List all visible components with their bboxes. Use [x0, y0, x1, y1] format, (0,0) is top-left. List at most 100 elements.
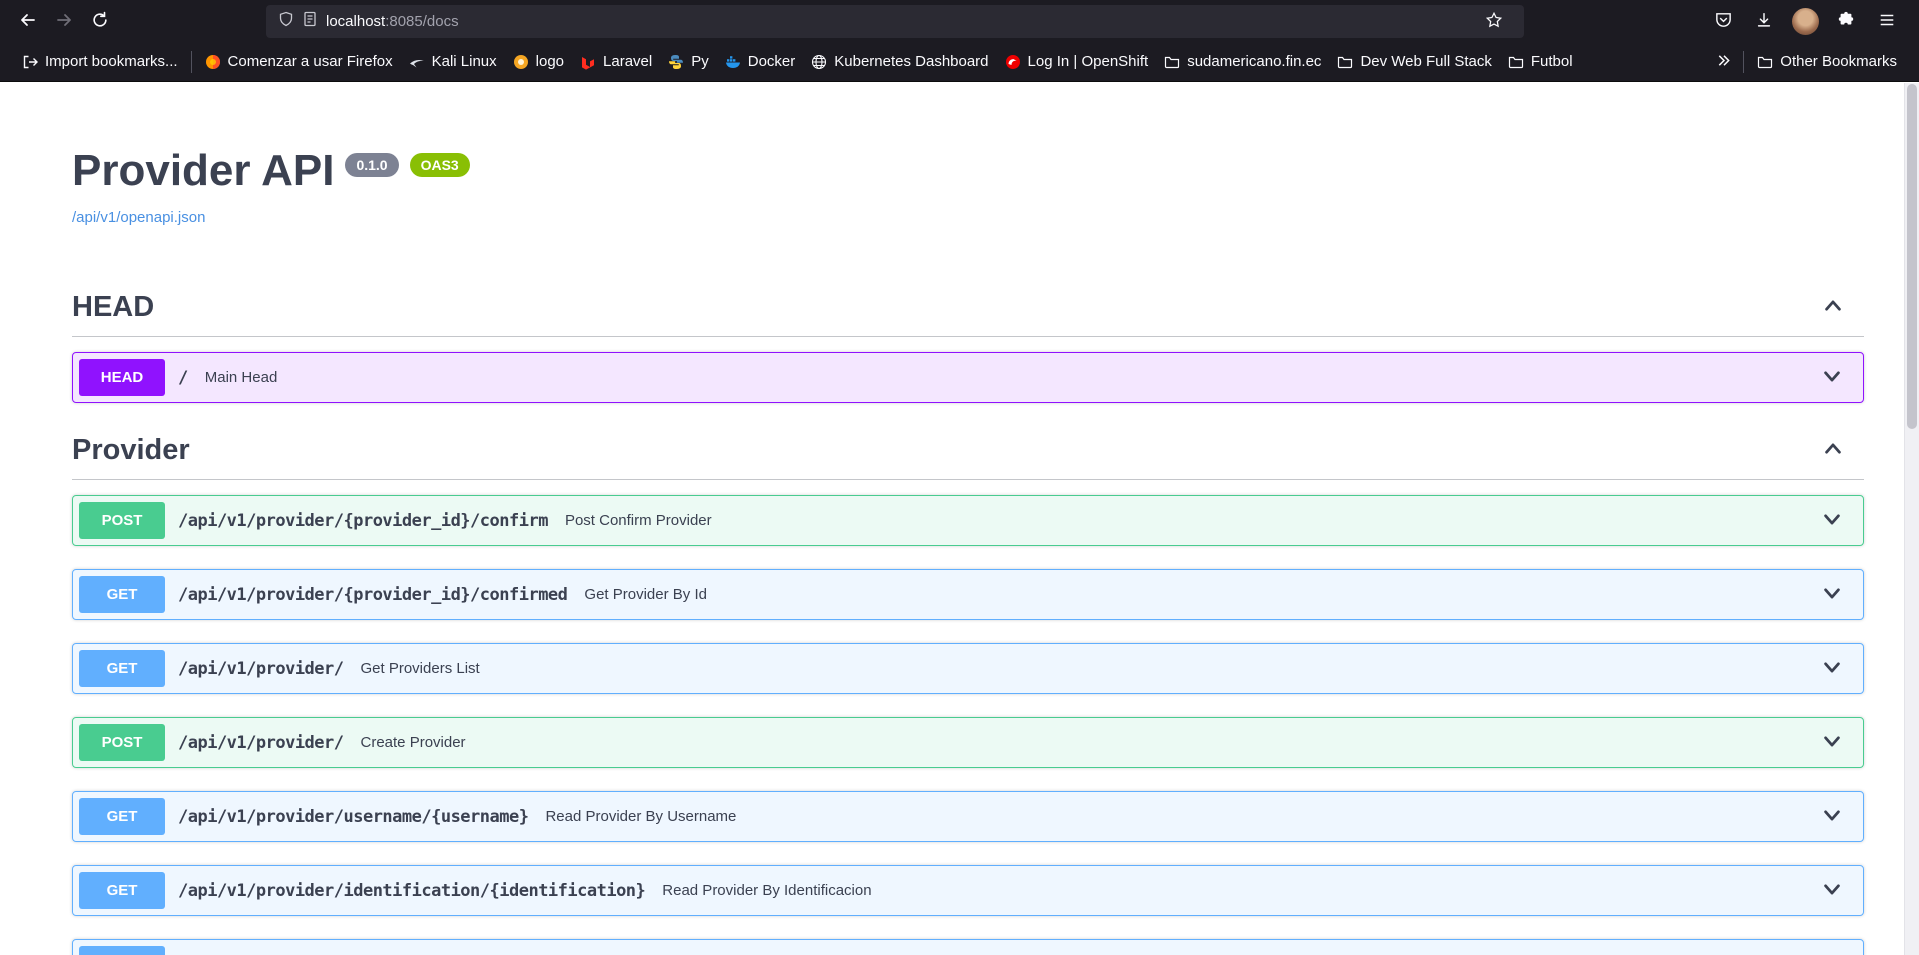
bookmark-item[interactable]: Dev Web Full Stack	[1329, 48, 1499, 75]
endpoint-expand-button[interactable]	[1821, 508, 1857, 533]
kali-icon	[409, 54, 425, 70]
folder-icon	[1164, 54, 1180, 70]
endpoint-row[interactable]: HEAD / Main Head	[72, 352, 1864, 403]
hamburger-icon	[1878, 11, 1896, 32]
openapi-spec-link[interactable]: /api/v1/openapi.json	[72, 209, 205, 226]
bookmark-label: Py	[691, 53, 709, 70]
pocket-button[interactable]	[1705, 4, 1741, 38]
pocket-icon	[1714, 10, 1733, 32]
endpoint-expand-button[interactable]	[1821, 582, 1857, 607]
method-badge: GET	[79, 872, 165, 909]
chevron-down-icon	[1821, 656, 1843, 681]
back-button[interactable]	[10, 4, 46, 38]
bookmark-item[interactable]: sudamericano.fin.ec	[1156, 48, 1329, 75]
bookmark-item[interactable]: Comenzar a usar Firefox	[197, 48, 401, 75]
extensions-button[interactable]	[1828, 4, 1864, 38]
endpoint-description: Post Confirm Provider	[561, 512, 712, 529]
method-badge: POST	[79, 724, 165, 761]
section-collapse-button[interactable]	[1822, 438, 1844, 463]
section-title: HEAD	[72, 291, 154, 324]
method-badge: GET	[79, 576, 165, 613]
oas-badge: OAS3	[410, 153, 470, 177]
endpoint-row[interactable]: GET /api/v1/provider/identification/{ide…	[72, 865, 1864, 916]
method-badge: POST	[79, 502, 165, 539]
shield-icon[interactable]	[278, 11, 294, 32]
endpoint-description: Read Provider By Username	[541, 808, 736, 825]
download-button[interactable]	[1746, 4, 1782, 38]
star-icon	[1485, 11, 1503, 32]
endpoint-expand-button[interactable]	[1821, 878, 1857, 903]
forward-button[interactable]	[46, 4, 82, 38]
extensions-icon	[1837, 11, 1855, 32]
endpoint-row[interactable]: GET /api/v1/provider/{provider_id} Read …	[72, 939, 1864, 955]
api-sections: HEAD HEAD / Main Head Provider	[72, 283, 1864, 955]
globe-icon	[811, 54, 827, 70]
bookmark-item[interactable]: Futbol	[1500, 48, 1581, 75]
bookmark-item[interactable]: Py	[660, 48, 717, 75]
scrollbar-thumb[interactable]	[1907, 84, 1917, 429]
bookmarks-separator	[191, 51, 192, 73]
endpoint-description: Main Head	[201, 369, 278, 386]
bookmark-label: Futbol	[1531, 53, 1573, 70]
endpoint-expand-button[interactable]	[1821, 804, 1857, 829]
bookmark-star-button[interactable]	[1476, 4, 1512, 38]
endpoint-description: Read Provider By Identificacion	[658, 882, 871, 899]
reload-button[interactable]	[82, 4, 118, 38]
method-badge: HEAD	[79, 359, 165, 396]
endpoint-expand-button[interactable]	[1821, 656, 1857, 681]
endpoint-path: /	[165, 368, 201, 388]
bookmark-label: Import bookmarks...	[45, 53, 178, 70]
bookmark-item[interactable]: Log In | OpenShift	[997, 48, 1157, 75]
bookmark-item[interactable]: Docker	[717, 48, 804, 75]
folder-icon	[1757, 54, 1773, 70]
section-collapse-button[interactable]	[1822, 295, 1844, 320]
firefox-icon	[205, 54, 221, 70]
page-scrollbar[interactable]	[1904, 83, 1919, 955]
bookmark-item[interactable]: Import bookmarks...	[14, 48, 186, 75]
bookmark-label: Kubernetes Dashboard	[834, 53, 988, 70]
other-bookmarks-button[interactable]: Other Bookmarks	[1749, 48, 1905, 75]
bookmarks-overflow-button[interactable]	[1708, 45, 1738, 79]
bookmark-label: Log In | OpenShift	[1028, 53, 1149, 70]
openshift-icon	[1005, 54, 1021, 70]
endpoint-path: /api/v1/provider/username/{username}	[165, 807, 541, 827]
bookmark-item[interactable]: Kubernetes Dashboard	[803, 48, 996, 75]
url-bar[interactable]: localhost:8085/docs	[266, 5, 1524, 38]
section-header[interactable]: HEAD	[72, 283, 1864, 337]
section-title: Provider	[72, 434, 190, 467]
account-button[interactable]	[1787, 4, 1823, 38]
endpoint-expand-button[interactable]	[1821, 365, 1857, 390]
python-icon	[668, 54, 684, 70]
menu-button[interactable]	[1869, 4, 1905, 38]
url-path: :8085/docs	[385, 13, 458, 30]
chevron-down-icon	[1821, 508, 1843, 533]
bookmark-item[interactable]: Kali Linux	[401, 48, 505, 75]
bookmark-label: Comenzar a usar Firefox	[228, 53, 393, 70]
endpoint-path: /api/v1/provider/{provider_id}/confirm	[165, 511, 561, 531]
page-title: Provider API0.1.0OAS3	[72, 146, 1864, 196]
double-chevron-icon	[1716, 53, 1731, 71]
api-section: Provider POST /api/v1/provider/{provider…	[72, 426, 1864, 955]
section-header[interactable]: Provider	[72, 426, 1864, 480]
browser-chrome: localhost:8085/docs	[0, 0, 1919, 82]
bookmark-label: logo	[536, 53, 564, 70]
endpoint-description: Get Providers List	[357, 660, 480, 677]
endpoint-row[interactable]: GET /api/v1/provider/{provider_id}/confi…	[72, 569, 1864, 620]
bookmark-item[interactable]: logo	[505, 48, 572, 75]
api-title-text: Provider API	[72, 146, 334, 195]
endpoint-path: /api/v1/provider/{provider_id}/confirmed	[165, 585, 580, 605]
bookmark-item[interactable]: Laravel	[572, 48, 660, 75]
forward-icon	[54, 10, 74, 33]
endpoint-row[interactable]: POST /api/v1/provider/{provider_id}/conf…	[72, 495, 1864, 546]
page-info-icon[interactable]	[303, 11, 317, 32]
toolbar-right-group	[1705, 4, 1909, 38]
endpoint-row[interactable]: GET /api/v1/provider/username/{username}…	[72, 791, 1864, 842]
endpoint-path: /api/v1/provider/	[165, 659, 357, 679]
endpoint-row[interactable]: GET /api/v1/provider/ Get Providers List	[72, 643, 1864, 694]
url-text: localhost:8085/docs	[326, 13, 459, 30]
endpoint-expand-button[interactable]	[1821, 730, 1857, 755]
folder-icon	[1337, 54, 1353, 70]
api-info: Provider API0.1.0OAS3 /api/v1/openapi.js…	[72, 146, 1864, 227]
other-bookmarks-label: Other Bookmarks	[1780, 53, 1897, 70]
endpoint-row[interactable]: POST /api/v1/provider/ Create Provider	[72, 717, 1864, 768]
